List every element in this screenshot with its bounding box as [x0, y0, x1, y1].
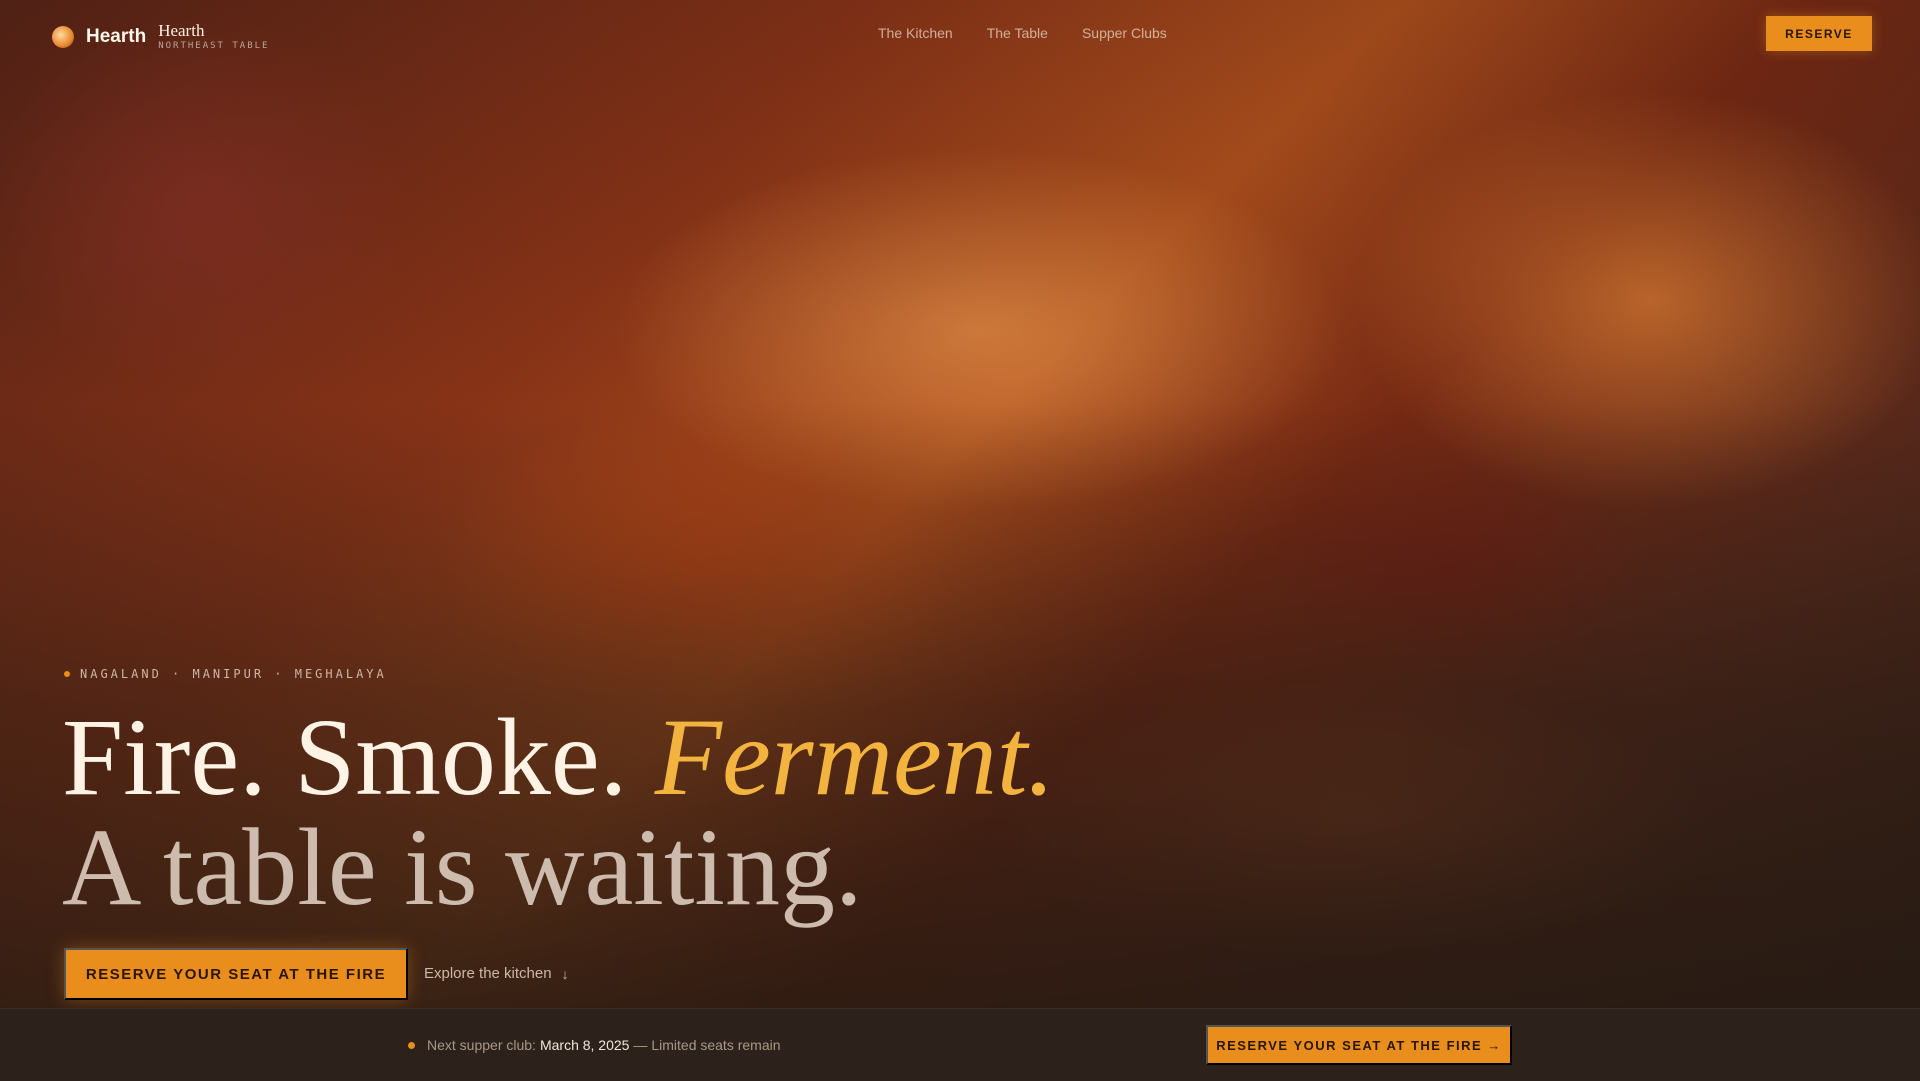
headline-accent: Ferment. [654, 696, 1055, 818]
nav-link-supper-clubs[interactable]: Supper Clubs [1082, 25, 1167, 41]
reserve-seat-bottom-button[interactable]: RESERVE YOUR SEAT AT THE FIRE → [1206, 1025, 1512, 1065]
nav-links: The Kitchen The Table Supper Clubs [878, 25, 1167, 41]
hearth-flame-icon [52, 25, 74, 48]
explore-kitchen-link[interactable]: Explore the kitchen ↓ [424, 965, 569, 982]
hero-headline: Fire. Smoke. Ferment. A table is waiting… [62, 702, 1055, 922]
reserve-seat-button[interactable]: RESERVE YOUR SEAT AT THE FIRE [64, 948, 408, 1000]
explore-kitchen-label: Explore the kitchen [424, 965, 552, 982]
region-text: NAGALAND · MANIPUR · MEGHALAYA [80, 667, 387, 681]
region-dot-icon [64, 671, 70, 677]
brand-logo[interactable]: Hearth Hearth NORTHEAST TABLE [52, 22, 269, 51]
status-dot-icon [408, 1041, 415, 1049]
headline-part-1: Fire. Smoke. [62, 696, 628, 818]
next-supper-club-info: Next supper club: March 8, 2025 — Limite… [408, 1037, 781, 1053]
headline-line-1: Fire. Smoke. Ferment. [62, 702, 1055, 812]
next-supper-prefix: Next supper club: [427, 1037, 536, 1053]
nav-link-the-kitchen[interactable]: The Kitchen [878, 25, 953, 41]
next-supper-date: March 8, 2025 [539, 1037, 630, 1053]
logo-text: Hearth [86, 25, 147, 47]
supper-club-bar: Next supper club: March 8, 2025 — Limite… [0, 1008, 1920, 1081]
brand-name: Hearth [158, 21, 205, 40]
arrow-down-icon: ↓ [561, 965, 569, 982]
brand-stack: Hearth NORTHEAST TABLE [158, 22, 269, 51]
brand-subtitle: NORTHEAST TABLE [158, 41, 270, 51]
region-tagline: NAGALAND · MANIPUR · MEGHALAYA [64, 667, 387, 681]
next-supper-suffix: — Limited seats remain [633, 1037, 781, 1053]
reserve-button[interactable]: RESERVE [1766, 16, 1872, 51]
headline-line-2: A table is waiting. [62, 806, 863, 928]
top-navigation: Hearth Hearth NORTHEAST TABLE The Kitche… [0, 0, 1920, 68]
nav-link-the-table[interactable]: The Table [987, 25, 1048, 41]
